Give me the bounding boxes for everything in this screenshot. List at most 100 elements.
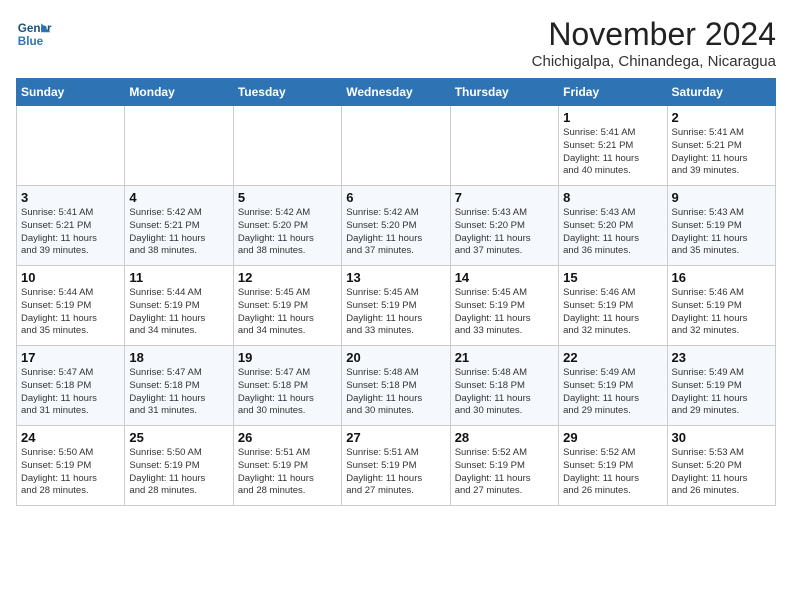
- calendar-day-cell: 10Sunrise: 5:44 AM Sunset: 5:19 PM Dayli…: [17, 266, 125, 346]
- calendar-day-cell: 17Sunrise: 5:47 AM Sunset: 5:18 PM Dayli…: [17, 346, 125, 426]
- day-number: 22: [563, 350, 662, 365]
- day-number: 1: [563, 110, 662, 125]
- calendar-day-cell: 23Sunrise: 5:49 AM Sunset: 5:19 PM Dayli…: [667, 346, 775, 426]
- day-number: 15: [563, 270, 662, 285]
- calendar-day-cell: [342, 106, 450, 186]
- calendar-week-row: 3 Sunrise: 5:41 AM Sunset: 5:21 PM Daylig…: [17, 186, 776, 266]
- calendar-table: SundayMondayTuesdayWednesdayThursdayFrid…: [16, 78, 776, 506]
- day-number: 8: [563, 190, 662, 205]
- day-number: 13: [346, 270, 445, 285]
- calendar-day-cell: 25 Sunrise: 5:50 AM Sunset: 5:19 PM Dayli…: [125, 426, 233, 506]
- day-info: Sunrise: 5:42 AM Sunset: 5:21 PM Dayligh…: [129, 207, 228, 258]
- calendar-day-cell: 27Sunrise: 5:51 AM Sunset: 5:19 PM Dayli…: [342, 426, 450, 506]
- day-info: Sunrise: 5:46 AM Sunset: 5:19 PM Dayligh…: [672, 287, 771, 338]
- day-info: Sunrise: 5:45 AM Sunset: 5:19 PM Dayligh…: [455, 287, 554, 338]
- calendar-day-cell: 15Sunrise: 5:46 AM Sunset: 5:19 PM Dayli…: [559, 266, 667, 346]
- day-number: 25: [129, 430, 228, 445]
- calendar-day-cell: 20 Sunrise: 5:48 AM Sunset: 5:18 PM Dayli…: [342, 346, 450, 426]
- location-subtitle: Chichigalpa, Chinandega, Nicaragua: [532, 53, 776, 70]
- day-number: 10: [21, 270, 120, 285]
- day-number: 14: [455, 270, 554, 285]
- day-number: 3: [21, 190, 120, 205]
- calendar-day-cell: 29 Sunrise: 5:52 AM Sunset: 5:19 PM Dayli…: [559, 426, 667, 506]
- weekday-header: Friday: [559, 79, 667, 106]
- day-number: 24: [21, 430, 120, 445]
- day-number: 20: [346, 350, 445, 365]
- title-area: November 2024 Chichigalpa, Chinandega, N…: [532, 16, 776, 70]
- day-info: Sunrise: 5:52 AM Sunset: 5:19 PM Dayligh…: [563, 447, 662, 498]
- day-info: Sunrise: 5:51 AM Sunset: 5:19 PM Dayligh…: [346, 447, 445, 498]
- calendar-day-cell: [17, 106, 125, 186]
- calendar-day-cell: [450, 106, 558, 186]
- logo: General Blue: [16, 16, 52, 52]
- day-number: 18: [129, 350, 228, 365]
- day-info: Sunrise: 5:41 AM Sunset: 5:21 PM Dayligh…: [21, 207, 120, 258]
- day-info: Sunrise: 5:48 AM Sunset: 5:18 PM Dayligh…: [346, 367, 445, 418]
- day-number: 29: [563, 430, 662, 445]
- day-number: 28: [455, 430, 554, 445]
- calendar-week-row: 17 Sunrise: 5:47 AM Sunset: 5:18 PM Dayli…: [17, 346, 776, 426]
- day-info: Sunrise: 5:43 AM Sunset: 5:20 PM Dayligh…: [455, 207, 554, 258]
- day-info: Sunrise: 5:41 AM Sunset: 5:21 PM Dayligh…: [563, 127, 662, 178]
- month-title: November 2024: [532, 16, 776, 53]
- day-number: 6: [346, 190, 445, 205]
- calendar-day-cell: 16 Sunrise: 5:46 AM Sunset: 5:19 PM Dayli…: [667, 266, 775, 346]
- weekday-header: Monday: [125, 79, 233, 106]
- calendar-day-cell: 28 Sunrise: 5:52 AM Sunset: 5:19 PM Dayli…: [450, 426, 558, 506]
- day-info: Sunrise: 5:44 AM Sunset: 5:19 PM Dayligh…: [129, 287, 228, 338]
- day-info: Sunrise: 5:50 AM Sunset: 5:19 PM Dayligh…: [21, 447, 120, 498]
- day-info: Sunrise: 5:42 AM Sunset: 5:20 PM Dayligh…: [238, 207, 337, 258]
- calendar-day-cell: [125, 106, 233, 186]
- day-number: 30: [672, 430, 771, 445]
- svg-text:General: General: [18, 22, 52, 35]
- calendar-day-cell: 13 Sunrise: 5:45 AM Sunset: 5:19 PM Dayli…: [342, 266, 450, 346]
- day-info: Sunrise: 5:43 AM Sunset: 5:19 PM Dayligh…: [672, 207, 771, 258]
- calendar-day-cell: 19 Sunrise: 5:47 AM Sunset: 5:18 PM Dayli…: [233, 346, 341, 426]
- day-number: 19: [238, 350, 337, 365]
- weekday-header: Sunday: [17, 79, 125, 106]
- day-info: Sunrise: 5:52 AM Sunset: 5:19 PM Dayligh…: [455, 447, 554, 498]
- calendar-day-cell: 6 Sunrise: 5:42 AM Sunset: 5:20 PM Daylig…: [342, 186, 450, 266]
- logo-icon: General Blue: [16, 16, 52, 52]
- weekday-header: Tuesday: [233, 79, 341, 106]
- day-number: 7: [455, 190, 554, 205]
- day-number: 9: [672, 190, 771, 205]
- day-info: Sunrise: 5:42 AM Sunset: 5:20 PM Dayligh…: [346, 207, 445, 258]
- day-info: Sunrise: 5:47 AM Sunset: 5:18 PM Dayligh…: [238, 367, 337, 418]
- calendar-day-cell: 4Sunrise: 5:42 AM Sunset: 5:21 PM Daylig…: [125, 186, 233, 266]
- calendar-day-cell: 24 Sunrise: 5:50 AM Sunset: 5:19 PM Dayli…: [17, 426, 125, 506]
- day-info: Sunrise: 5:41 AM Sunset: 5:21 PM Dayligh…: [672, 127, 771, 178]
- day-info: Sunrise: 5:45 AM Sunset: 5:19 PM Dayligh…: [346, 287, 445, 338]
- calendar-day-cell: 5 Sunrise: 5:42 AM Sunset: 5:20 PM Daylig…: [233, 186, 341, 266]
- day-info: Sunrise: 5:49 AM Sunset: 5:19 PM Dayligh…: [563, 367, 662, 418]
- day-number: 21: [455, 350, 554, 365]
- day-number: 5: [238, 190, 337, 205]
- calendar-day-cell: 14 Sunrise: 5:45 AM Sunset: 5:19 PM Dayli…: [450, 266, 558, 346]
- calendar-day-cell: 22 Sunrise: 5:49 AM Sunset: 5:19 PM Dayli…: [559, 346, 667, 426]
- day-number: 12: [238, 270, 337, 285]
- calendar-week-row: 24 Sunrise: 5:50 AM Sunset: 5:19 PM Dayli…: [17, 426, 776, 506]
- day-info: Sunrise: 5:50 AM Sunset: 5:19 PM Dayligh…: [129, 447, 228, 498]
- calendar-day-cell: 11 Sunrise: 5:44 AM Sunset: 5:19 PM Dayli…: [125, 266, 233, 346]
- day-number: 16: [672, 270, 771, 285]
- calendar-header: SundayMondayTuesdayWednesdayThursdayFrid…: [17, 79, 776, 106]
- calendar-day-cell: 21 Sunrise: 5:48 AM Sunset: 5:18 PM Dayli…: [450, 346, 558, 426]
- calendar-day-cell: 9 Sunrise: 5:43 AM Sunset: 5:19 PM Daylig…: [667, 186, 775, 266]
- day-info: Sunrise: 5:45 AM Sunset: 5:19 PM Dayligh…: [238, 287, 337, 338]
- day-number: 11: [129, 270, 228, 285]
- calendar-day-cell: 7 Sunrise: 5:43 AM Sunset: 5:20 PM Daylig…: [450, 186, 558, 266]
- day-number: 26: [238, 430, 337, 445]
- calendar-day-cell: 18Sunrise: 5:47 AM Sunset: 5:18 PM Dayli…: [125, 346, 233, 426]
- calendar-day-cell: [233, 106, 341, 186]
- weekday-header: Thursday: [450, 79, 558, 106]
- calendar-day-cell: 30Sunrise: 5:53 AM Sunset: 5:20 PM Dayli…: [667, 426, 775, 506]
- day-info: Sunrise: 5:51 AM Sunset: 5:19 PM Dayligh…: [238, 447, 337, 498]
- calendar-day-cell: 3 Sunrise: 5:41 AM Sunset: 5:21 PM Daylig…: [17, 186, 125, 266]
- calendar-day-cell: 2Sunrise: 5:41 AM Sunset: 5:21 PM Daylig…: [667, 106, 775, 186]
- header: General Blue November 2024 Chichigalpa, …: [16, 16, 776, 70]
- day-info: Sunrise: 5:48 AM Sunset: 5:18 PM Dayligh…: [455, 367, 554, 418]
- svg-text:Blue: Blue: [18, 35, 44, 48]
- calendar-week-row: 10 Sunrise: 5:44 AM Sunset: 5:19 PM Dayli…: [17, 266, 776, 346]
- day-number: 17: [21, 350, 120, 365]
- calendar-day-cell: 26 Sunrise: 5:51 AM Sunset: 5:19 PM Dayli…: [233, 426, 341, 506]
